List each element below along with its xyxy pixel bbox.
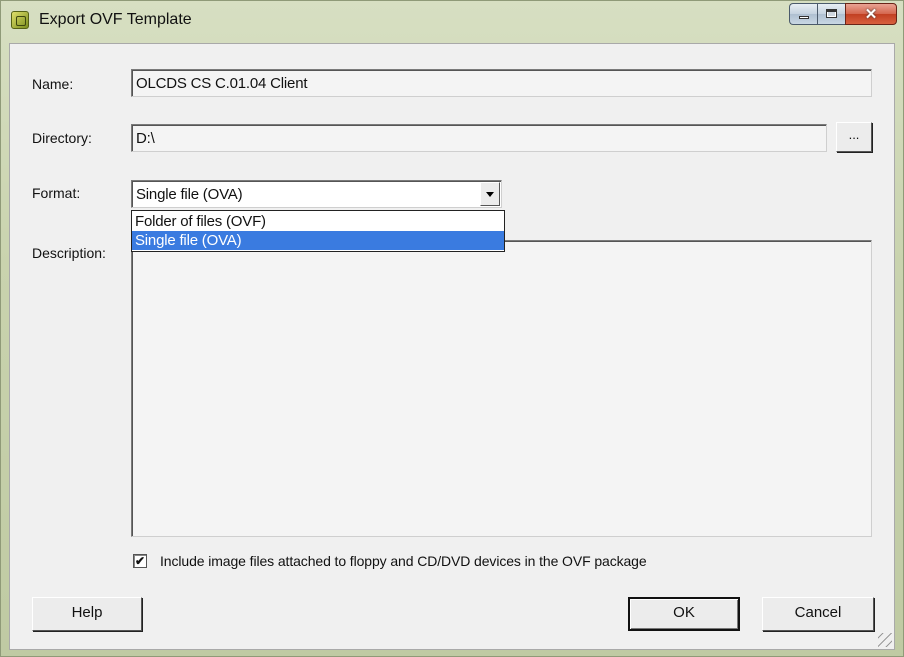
maximize-icon	[826, 9, 837, 18]
name-field[interactable]: OLCDS CS C.01.04 Client	[131, 69, 872, 97]
chevron-down-icon[interactable]	[480, 182, 500, 206]
description-field[interactable]	[131, 240, 872, 537]
minimize-button[interactable]	[789, 3, 817, 25]
format-dropdown-list: Folder of files (OVF) Single file (OVA)	[131, 210, 505, 252]
format-option-ova[interactable]: Single file (OVA)	[132, 231, 504, 250]
close-button[interactable]: ✕	[845, 3, 897, 25]
format-selected-value: Single file (OVA)	[136, 186, 243, 203]
name-label: Name:	[32, 76, 74, 92]
format-label: Format:	[32, 185, 81, 201]
app-icon	[11, 11, 29, 29]
directory-field[interactable]: D:\	[131, 124, 827, 152]
browse-button[interactable]: ...	[836, 122, 872, 152]
title-bar[interactable]: Export OVF Template ✕	[1, 1, 903, 41]
window-controls: ✕	[789, 3, 897, 25]
directory-label: Directory:	[32, 130, 92, 146]
window-title: Export OVF Template	[39, 11, 192, 28]
export-ovf-dialog: Export OVF Template ✕ Name: OLCDS CS C.0…	[0, 0, 904, 657]
maximize-button[interactable]	[817, 3, 845, 25]
help-button[interactable]: Help	[32, 597, 142, 631]
format-option-ovf[interactable]: Folder of files (OVF)	[132, 212, 504, 231]
description-label: Description:	[32, 245, 106, 261]
minimize-icon	[799, 16, 809, 19]
checkmark-icon: ✔	[134, 554, 146, 568]
include-images-label[interactable]: Include image files attached to floppy a…	[160, 553, 647, 569]
include-images-checkbox[interactable]: ✔	[133, 554, 147, 568]
cancel-button[interactable]: Cancel	[762, 597, 874, 631]
dialog-client-area: Name: OLCDS CS C.01.04 Client Directory:…	[9, 43, 895, 650]
resize-grip-icon[interactable]	[878, 633, 892, 647]
ok-button[interactable]: OK	[628, 597, 740, 631]
close-icon: ✕	[864, 6, 878, 23]
format-select[interactable]: Single file (OVA)	[131, 180, 502, 208]
